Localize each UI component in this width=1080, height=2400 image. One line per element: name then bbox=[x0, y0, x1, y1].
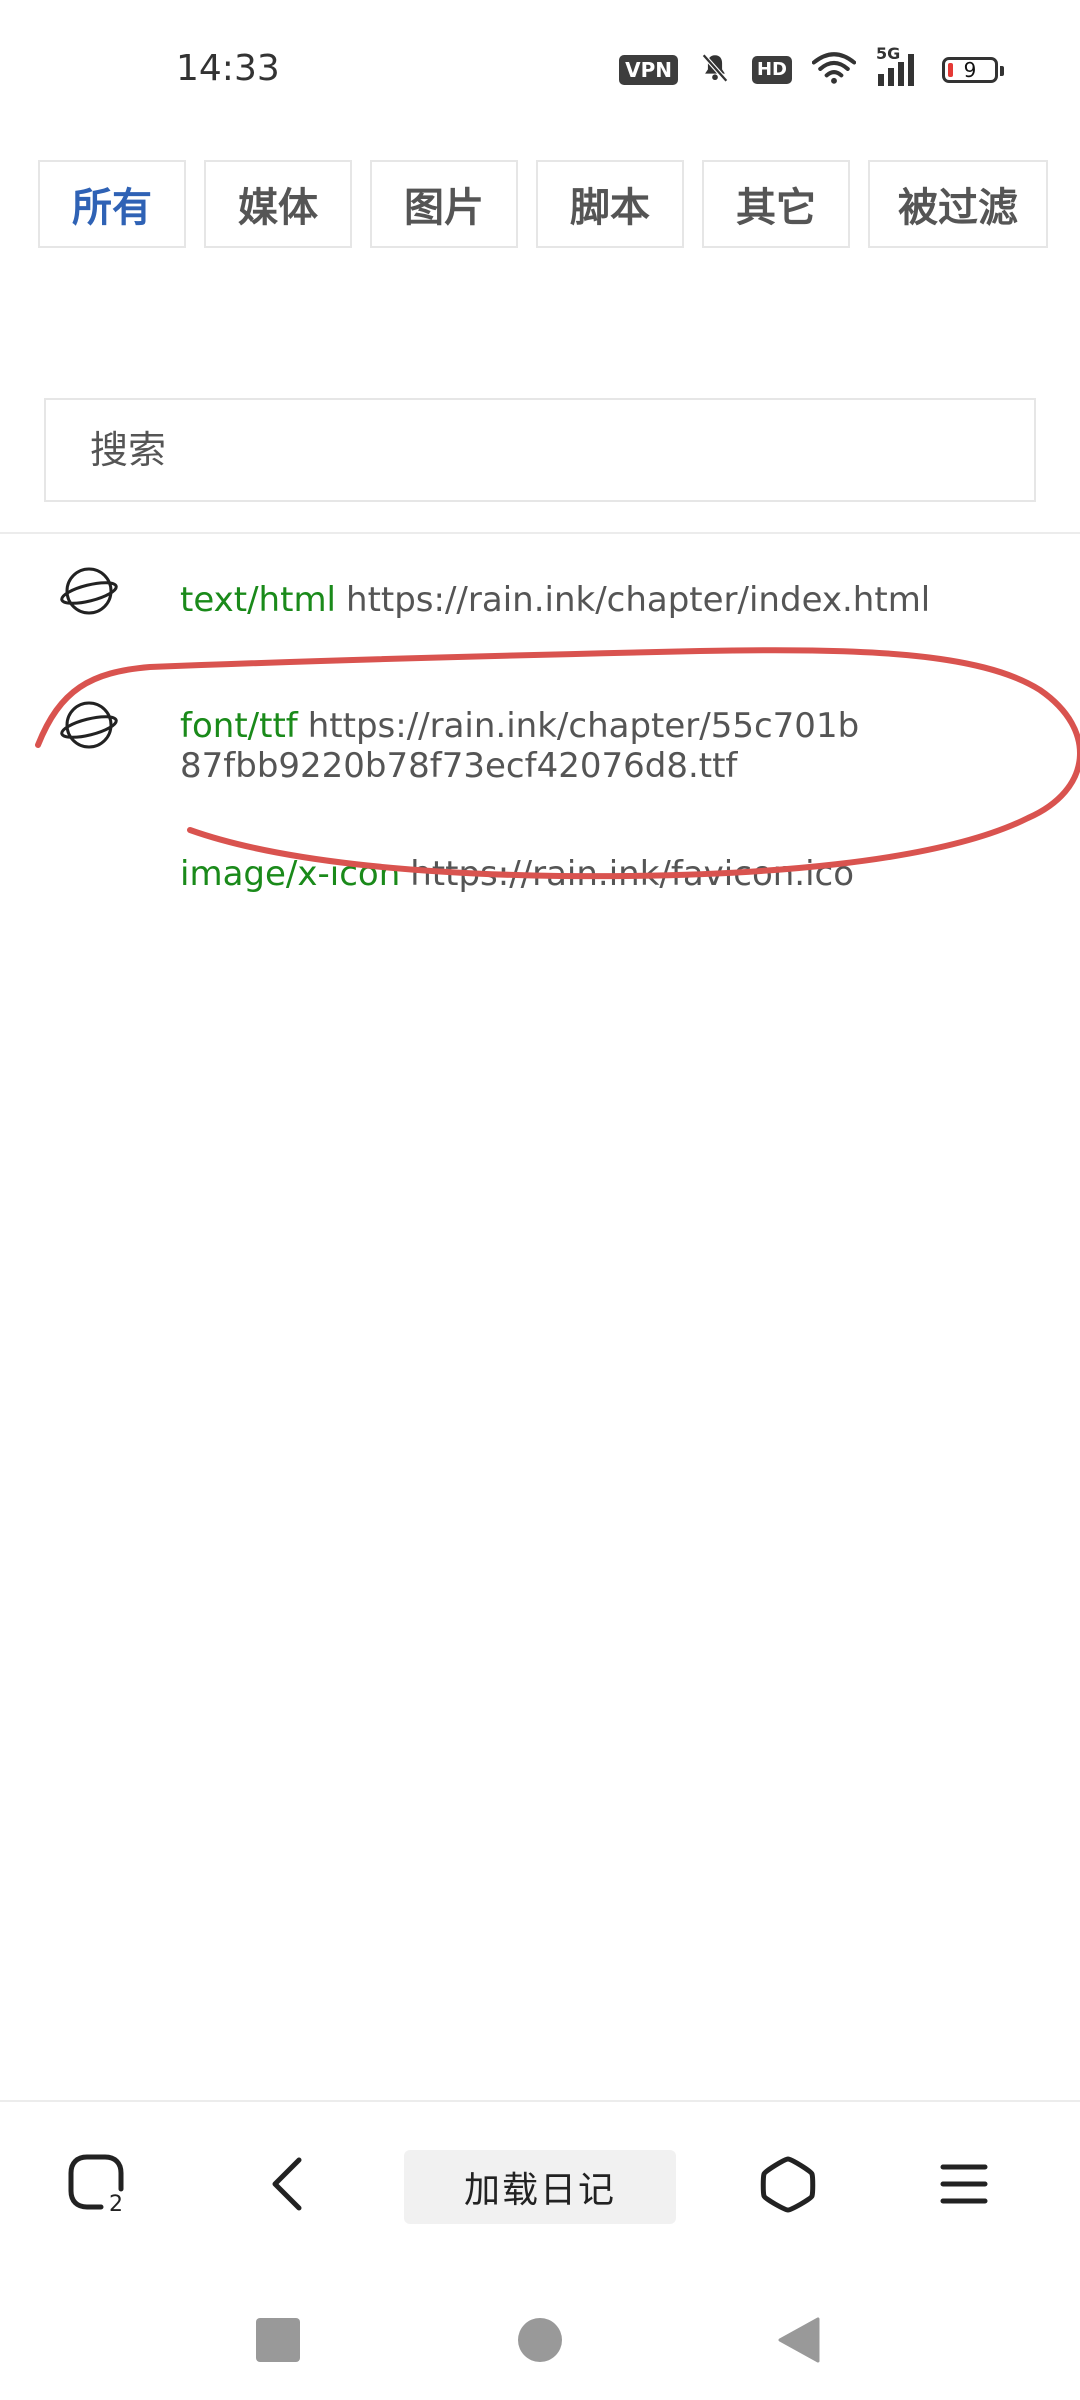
mime-type: image/x-icon bbox=[180, 854, 401, 894]
log-url: https://rain.ink/chapter/index.html bbox=[346, 580, 931, 620]
tabs-button[interactable]: 2 bbox=[58, 2144, 138, 2224]
back-button[interactable] bbox=[248, 2144, 328, 2224]
red-annotation-circle bbox=[35, 647, 1080, 880]
log-item[interactable]: font/ttf https://rain.ink/chapter/55c701b… bbox=[0, 674, 1080, 814]
log-item[interactable]: text/html https://rain.ink/chapter/index.… bbox=[0, 540, 1080, 660]
menu-icon bbox=[940, 2164, 988, 2204]
cellular-signal-icon: 5G bbox=[876, 44, 922, 86]
bell-muted-icon bbox=[698, 51, 732, 89]
recents-nav-button[interactable] bbox=[248, 2310, 308, 2370]
mime-type: font/ttf bbox=[180, 706, 298, 746]
chevron-left-icon bbox=[272, 2157, 302, 2211]
status-icons: VPN HD 5G 9 bbox=[619, 44, 1004, 89]
filter-tab-media[interactable]: 媒体 bbox=[204, 160, 352, 248]
log-url: https://rain.ink/favicon.ico bbox=[410, 854, 855, 894]
divider bbox=[0, 532, 1080, 534]
planet-icon bbox=[60, 562, 118, 620]
back-nav-button[interactable] bbox=[768, 2310, 828, 2370]
log-item[interactable]: image/x-icon https://rain.ink/favicon.ico bbox=[0, 836, 1080, 936]
filter-tabs: 所有 媒体 图片 脚本 其它 被过滤 bbox=[38, 160, 1048, 248]
hd-icon: HD bbox=[751, 56, 792, 84]
screen: 14:33 VPN HD 5G 9 所有 媒体 图片 脚本 其它 被过滤 搜索 … bbox=[0, 0, 1080, 2400]
home-nav-button[interactable] bbox=[510, 2310, 570, 2370]
tabs-count: 2 bbox=[109, 2192, 123, 2217]
log-entry-text: image/x-icon https://rain.ink/favicon.ico bbox=[180, 854, 1040, 894]
log-entry-text: font/ttf https://rain.ink/chapter/55c701b… bbox=[180, 706, 880, 786]
search-input[interactable] bbox=[44, 398, 1036, 502]
wifi-icon bbox=[811, 51, 857, 89]
system-navigation-bar bbox=[0, 2270, 1080, 2400]
battery-icon: 9 bbox=[942, 57, 1004, 83]
page-title: 加载日记 bbox=[404, 2150, 676, 2224]
filter-tab-scripts[interactable]: 脚本 bbox=[536, 160, 684, 248]
triangle-back-icon bbox=[778, 2317, 820, 2363]
filter-tab-other[interactable]: 其它 bbox=[702, 160, 850, 248]
planet-icon bbox=[60, 696, 118, 754]
mime-type: text/html bbox=[180, 580, 337, 620]
square-icon bbox=[256, 2318, 300, 2362]
log-entry-text: text/html https://rain.ink/chapter/index.… bbox=[180, 580, 1040, 620]
bottom-toolbar: 2 加载日记 bbox=[0, 2100, 1080, 2272]
circle-icon bbox=[518, 2318, 562, 2362]
filter-tab-all[interactable]: 所有 bbox=[38, 160, 186, 248]
tabs-icon: 2 bbox=[68, 2154, 124, 2217]
filter-tab-filtered[interactable]: 被过滤 bbox=[868, 160, 1048, 248]
menu-button[interactable] bbox=[924, 2144, 1004, 2224]
home-hexagon-icon bbox=[760, 2156, 816, 2213]
status-bar: 14:33 VPN HD 5G 9 bbox=[0, 0, 1080, 140]
vpn-icon: VPN bbox=[619, 55, 678, 85]
home-button[interactable] bbox=[748, 2144, 828, 2224]
status-time: 14:33 bbox=[176, 48, 280, 89]
network-type-label: 5G bbox=[876, 44, 901, 63]
filter-tab-images[interactable]: 图片 bbox=[370, 160, 518, 248]
